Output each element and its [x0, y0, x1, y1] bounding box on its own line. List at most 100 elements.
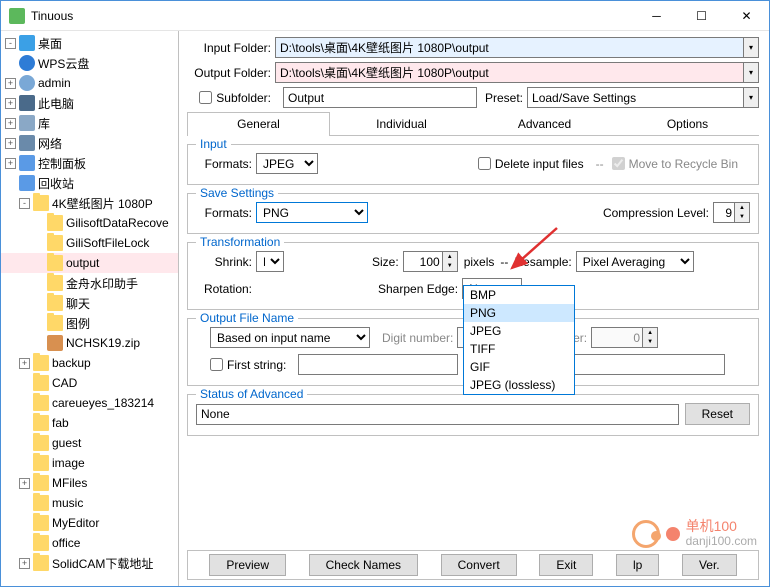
minimize-button[interactable]: ─ [634, 1, 679, 30]
subfolder-checkbox-wrap[interactable]: Subfolder: [187, 91, 271, 105]
tree-item-label: 聊天 [66, 295, 90, 312]
dropdown-option[interactable]: PNG [464, 304, 574, 322]
tree-item[interactable]: +admin [1, 73, 178, 93]
save-formats-label: Formats: [196, 206, 252, 220]
resample-select[interactable]: Pixel Averaging [576, 251, 694, 272]
tab-options[interactable]: Options [616, 112, 759, 135]
tree-item[interactable]: +backup [1, 353, 178, 373]
save-formats-dropdown[interactable]: BMPPNGJPEGTIFFGIFJPEG (lossless) [463, 285, 575, 395]
tab-advanced[interactable]: Advanced [473, 112, 616, 135]
dropdown-option[interactable]: JPEG [464, 322, 574, 340]
chevron-up-icon: ▲ [735, 203, 749, 213]
tree-item[interactable]: guest [1, 433, 178, 453]
delete-input-checkbox-wrap[interactable]: Delete input files [478, 157, 584, 171]
tree-item[interactable]: +控制面板 [1, 153, 178, 173]
tree-item[interactable]: 金舟水印助手 [1, 273, 178, 293]
tree-item[interactable]: NCHSK19.zip [1, 333, 178, 353]
output-folder-dropdown-icon[interactable]: ▾ [744, 62, 759, 83]
expand-icon[interactable]: + [5, 118, 16, 129]
tree-item[interactable]: GilisoftDataRecove [1, 213, 178, 233]
name-basis-select[interactable]: Based on input name [210, 327, 370, 348]
tree-item[interactable]: music [1, 493, 178, 513]
dropdown-option[interactable]: TIFF [464, 340, 574, 358]
app-icon [9, 8, 25, 24]
input-folder-field[interactable] [275, 37, 744, 58]
tree-item[interactable]: WPS云盘 [1, 53, 178, 73]
tree-item-label: image [52, 456, 85, 470]
output-folder-label: Output Folder: [187, 66, 271, 80]
preset-field[interactable] [527, 87, 744, 108]
chevron-up-icon: ▲ [643, 328, 657, 338]
expand-icon[interactable]: + [5, 158, 16, 169]
chevron-down-icon: ▼ [443, 262, 457, 272]
folder-tree[interactable]: -桌面WPS云盘+admin+此电脑+库+网络+控制面板回收站-4K壁纸图片 1… [1, 31, 179, 586]
delete-input-checkbox[interactable] [478, 157, 491, 170]
expand-icon[interactable]: + [19, 358, 30, 369]
compression-field[interactable] [713, 202, 735, 223]
tree-item[interactable]: -4K壁纸图片 1080P [1, 193, 178, 213]
tree-item[interactable]: output [1, 253, 178, 273]
tree-item[interactable]: -桌面 [1, 33, 178, 53]
tree-item[interactable]: +MFiles [1, 473, 178, 493]
expand-icon[interactable]: + [19, 478, 30, 489]
subfolder-checkbox[interactable] [199, 91, 212, 104]
input-folder-dropdown-icon[interactable]: ▾ [744, 37, 759, 58]
subfolder-field[interactable] [283, 87, 477, 108]
convert-button[interactable]: Convert [441, 554, 517, 576]
tree-item[interactable]: GiliSoftFileLock [1, 233, 178, 253]
tree-item[interactable]: +库 [1, 113, 178, 133]
tree-item-label: GiliSoftFileLock [66, 236, 149, 250]
tab-individual[interactable]: Individual [330, 112, 473, 135]
tab-general[interactable]: General [187, 112, 330, 135]
expand-icon[interactable]: + [19, 558, 30, 569]
size-spinner[interactable]: ▲▼ [443, 251, 458, 272]
pixels-label: pixels [464, 255, 495, 269]
tree-item[interactable]: +网络 [1, 133, 178, 153]
save-formats-select[interactable]: PNG [256, 202, 368, 223]
tree-item-label: output [66, 256, 99, 270]
tree-item[interactable]: image [1, 453, 178, 473]
expand-icon[interactable]: + [5, 98, 16, 109]
preset-dropdown-icon[interactable]: ▾ [744, 87, 759, 108]
end-string-field[interactable] [565, 354, 725, 375]
check-names-button[interactable]: Check Names [309, 554, 418, 576]
tree-item[interactable]: careueyes_183214 [1, 393, 178, 413]
preview-button[interactable]: Preview [209, 554, 286, 576]
reset-button[interactable]: Reset [685, 403, 750, 425]
tree-item[interactable]: MyEditor [1, 513, 178, 533]
expand-icon[interactable]: + [5, 78, 16, 89]
tree-item[interactable]: fab [1, 413, 178, 433]
tree-item[interactable]: 聊天 [1, 293, 178, 313]
status-field[interactable] [196, 404, 679, 425]
expand-icon[interactable]: - [5, 38, 16, 49]
dropdown-option[interactable]: BMP [464, 286, 574, 304]
tree-item[interactable]: +SolidCAM下载地址 [1, 553, 178, 573]
expand-icon[interactable]: - [19, 198, 30, 209]
dropdown-option[interactable]: GIF [464, 358, 574, 376]
size-field[interactable] [403, 251, 443, 272]
transform-legend: Transformation [196, 235, 284, 249]
tab-bar: General Individual Advanced Options [187, 112, 759, 136]
first-string-checkbox-wrap[interactable]: First string: [210, 358, 286, 372]
shrink-select[interactable]: N [256, 251, 284, 272]
tree-item[interactable]: 图例 [1, 313, 178, 333]
output-folder-field[interactable] [275, 62, 744, 83]
version-button[interactable]: Ver. [682, 554, 737, 576]
tree-item[interactable]: +此电脑 [1, 93, 178, 113]
expand-icon[interactable]: + [5, 138, 16, 149]
tree-item[interactable]: CAD [1, 373, 178, 393]
input-formats-select[interactable]: JPEG [256, 153, 318, 174]
dropdown-option[interactable]: JPEG (lossless) [464, 376, 574, 394]
tree-item[interactable]: office [1, 533, 178, 553]
first-string-checkbox[interactable] [210, 358, 223, 371]
help-button[interactable]: lp [616, 554, 659, 576]
tree-item[interactable]: 回收站 [1, 173, 178, 193]
watermark-dot-icon [666, 527, 680, 541]
exit-button[interactable]: Exit [539, 554, 593, 576]
input-folder-label: Input Folder: [187, 41, 271, 55]
maximize-button[interactable]: ☐ [679, 1, 724, 30]
close-button[interactable]: ✕ [724, 1, 769, 30]
first-string-field[interactable] [298, 354, 458, 375]
tree-item-label: 回收站 [38, 175, 74, 192]
compression-spinner[interactable]: ▲▼ [735, 202, 750, 223]
